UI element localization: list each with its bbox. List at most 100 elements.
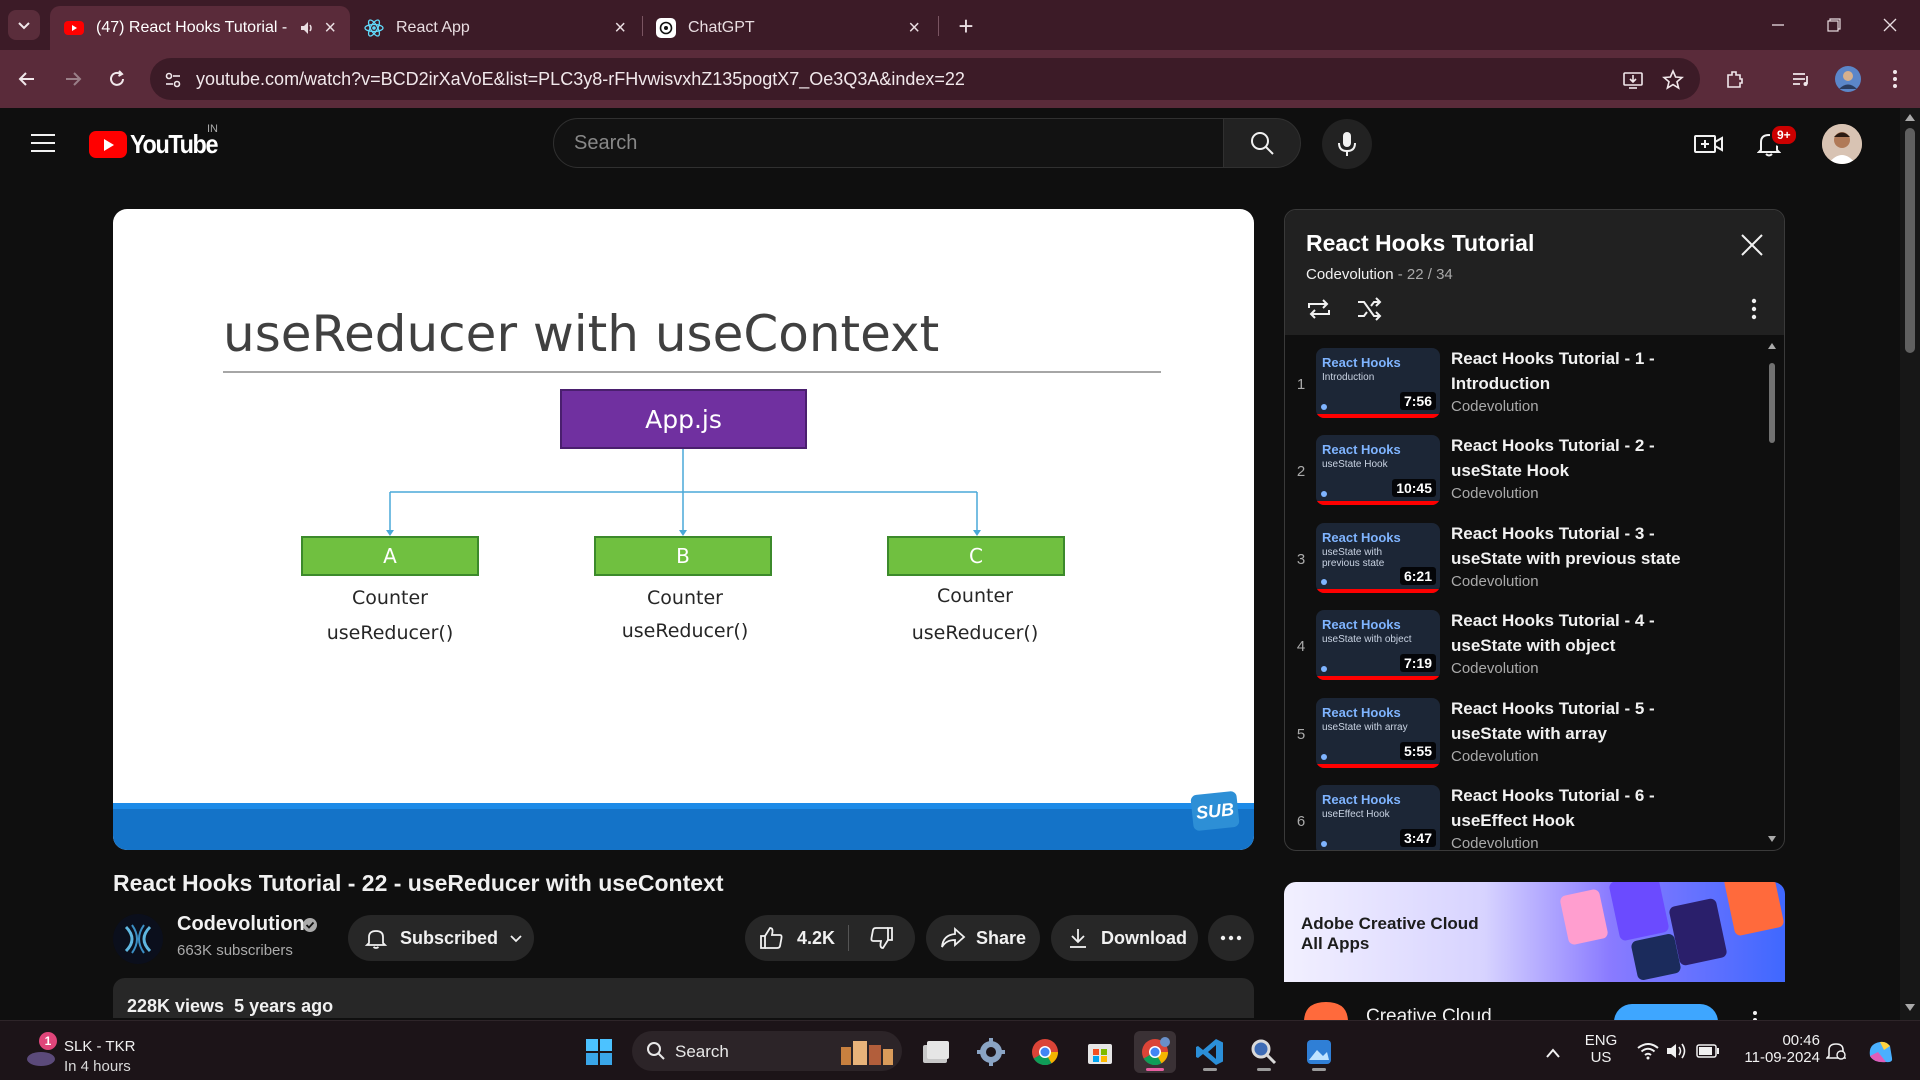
media-controls-icon[interactable] <box>1786 64 1816 94</box>
item-duration: 7:56 <box>1399 392 1436 410</box>
chevron-up-icon[interactable] <box>1545 1047 1561 1059</box>
browser-menu-icon[interactable] <box>1880 64 1910 94</box>
channel-avatar[interactable] <box>113 914 163 964</box>
minimize-button[interactable] <box>1754 8 1802 42</box>
volume-icon[interactable] <box>1665 1042 1687 1060</box>
item-thumbnail[interactable]: React Hooks useState with previous state… <box>1316 523 1440 593</box>
channel-name[interactable]: Codevolution <box>177 913 305 936</box>
close-icon[interactable] <box>1739 232 1765 258</box>
start-button[interactable] <box>578 1031 620 1073</box>
download-button[interactable]: Download <box>1051 915 1198 961</box>
item-channel: Codevolution <box>1451 573 1539 590</box>
view-meta: 228K views 5 years ago <box>127 996 333 1017</box>
extensions-icon[interactable] <box>1720 64 1750 94</box>
node-c-line2: useReducer() <box>911 622 1039 644</box>
account-avatar[interactable] <box>1822 124 1862 164</box>
new-tab-button[interactable]: + <box>950 10 982 42</box>
speaker-icon[interactable] <box>298 19 316 37</box>
page-scrollbar[interactable] <box>1900 108 1920 1020</box>
close-window-button[interactable] <box>1866 8 1914 42</box>
tab-search-button[interactable] <box>8 10 40 40</box>
search-button[interactable] <box>1223 118 1301 168</box>
item-thumbnail[interactable]: React Hooks useState with object 7:19 <box>1316 610 1440 680</box>
item-thumbnail[interactable]: React Hooks useEffect Hook 3:47 <box>1316 785 1440 850</box>
settings-app[interactable] <box>970 1031 1012 1073</box>
view-count: 228K views <box>127 996 225 1016</box>
close-tab-icon[interactable]: × <box>614 17 626 40</box>
microsoft-store-app[interactable] <box>1079 1031 1121 1073</box>
page-scroll-thumb[interactable] <box>1905 128 1915 353</box>
subscribed-button[interactable]: Subscribed <box>348 915 534 961</box>
item-thumbnail[interactable]: React Hooks useState Hook 10:45 <box>1316 435 1440 505</box>
description-box[interactable]: 228K views 5 years ago <box>113 978 1254 1018</box>
playlist-item[interactable]: 3 React Hooks useState with previous sta… <box>1285 515 1765 602</box>
photos-app[interactable] <box>1298 1031 1340 1073</box>
share-button[interactable]: Share <box>926 915 1040 961</box>
notification-settings-icon[interactable] <box>1826 1040 1846 1062</box>
back-button[interactable] <box>10 62 44 96</box>
tab-youtube[interactable]: (47) React Hooks Tutorial - × <box>50 6 350 50</box>
menu-icon[interactable] <box>30 132 56 154</box>
scroll-up-arrow-icon[interactable] <box>1905 113 1915 121</box>
playlist-item[interactable]: 1 React Hooks Introduction 7:56 React Ho… <box>1285 340 1765 427</box>
playlist-item[interactable]: 6 React Hooks useEffect Hook 3:47 React … <box>1285 777 1765 850</box>
search-input[interactable] <box>574 119 1234 167</box>
scroll-down-arrow-icon[interactable] <box>1768 836 1776 842</box>
clock[interactable]: 00:46 11-09-2024 <box>1730 1032 1820 1066</box>
playlist-item[interactable]: 2 React Hooks useState Hook 10:45 React … <box>1285 427 1765 514</box>
battery-icon[interactable] <box>1696 1044 1720 1058</box>
playlist-scroll-thumb[interactable] <box>1769 363 1775 443</box>
restore-button[interactable] <box>1810 8 1858 42</box>
subscribe-watermark[interactable]: SUB <box>1190 790 1240 832</box>
item-title[interactable]: React Hooks Tutorial - 4 - useState with… <box>1451 608 1701 658</box>
tab-chatgpt[interactable]: ChatGPT × <box>642 6 934 50</box>
item-thumbnail[interactable]: React Hooks Introduction 7:56 <box>1316 348 1440 418</box>
clock-time: 00:46 <box>1782 1032 1820 1049</box>
chrome-app[interactable] <box>1024 1031 1066 1073</box>
item-title[interactable]: React Hooks Tutorial - 3 - useState with… <box>1451 521 1701 571</box>
taskbar-search[interactable]: Search <box>632 1031 902 1071</box>
playlist-channel[interactable]: Codevolution <box>1306 266 1394 283</box>
language-indicator[interactable]: ENG US <box>1580 1032 1622 1066</box>
copilot-icon[interactable] <box>1866 1036 1896 1066</box>
ad-banner[interactable]: Adobe Creative Cloud All Apps <box>1284 882 1785 982</box>
tab-react-app[interactable]: React App × <box>350 6 640 50</box>
task-view-app[interactable] <box>915 1031 957 1073</box>
bookmark-star-icon[interactable] <box>1660 67 1686 93</box>
playlist-item[interactable]: 4 React Hooks useState with object 7:19 … <box>1285 602 1765 689</box>
chrome-profile-app[interactable] <box>1134 1031 1176 1073</box>
magnifier-app[interactable] <box>1243 1031 1285 1073</box>
playlist-title[interactable]: React Hooks Tutorial <box>1306 230 1534 257</box>
thumbs-up-icon[interactable] <box>759 926 785 950</box>
wifi-icon[interactable] <box>1637 1042 1659 1060</box>
shuffle-icon[interactable] <box>1356 296 1384 322</box>
playlist-scrollbar[interactable] <box>1768 343 1776 843</box>
ad-footer: Creative Cloud <box>1284 982 1785 1027</box>
scroll-up-arrow-icon[interactable] <box>1768 343 1776 349</box>
item-title[interactable]: React Hooks Tutorial - 6 - useEffect Hoo… <box>1451 783 1701 833</box>
playlist-item[interactable]: 5 React Hooks useState with array 5:55 R… <box>1285 690 1765 777</box>
more-vertical-icon[interactable] <box>1751 298 1757 320</box>
scroll-down-arrow-icon[interactable] <box>1905 1004 1915 1012</box>
forward-button[interactable] <box>56 62 90 96</box>
reload-button[interactable] <box>100 62 134 96</box>
item-thumbnail[interactable]: React Hooks useState with array 5:55 <box>1316 698 1440 768</box>
like-count[interactable]: 4.2K <box>797 928 835 949</box>
close-tab-icon[interactable]: × <box>324 17 336 40</box>
item-title[interactable]: React Hooks Tutorial - 5 - useState with… <box>1451 696 1701 746</box>
item-title[interactable]: React Hooks Tutorial - 2 - useState Hook <box>1451 433 1701 483</box>
site-settings-icon[interactable] <box>160 67 186 93</box>
profile-avatar[interactable] <box>1833 64 1863 94</box>
vscode-app[interactable] <box>1189 1031 1231 1073</box>
thumbs-down-icon[interactable] <box>868 926 894 950</box>
youtube-logo[interactable]: YouTube IN <box>89 123 227 160</box>
item-title[interactable]: React Hooks Tutorial - 1 - Introduction <box>1451 346 1701 396</box>
more-actions-button[interactable] <box>1208 915 1254 961</box>
address-bar[interactable]: youtube.com/watch?v=BCD2irXaVoE&list=PLC… <box>150 58 1700 100</box>
video-player[interactable]: useReducer with useContext App.js A B C … <box>113 209 1254 850</box>
loop-icon[interactable] <box>1305 296 1333 322</box>
install-app-icon[interactable] <box>1620 67 1646 93</box>
voice-search-button[interactable] <box>1322 119 1372 169</box>
close-tab-icon[interactable]: × <box>908 17 920 40</box>
create-button[interactable] <box>1689 124 1729 164</box>
